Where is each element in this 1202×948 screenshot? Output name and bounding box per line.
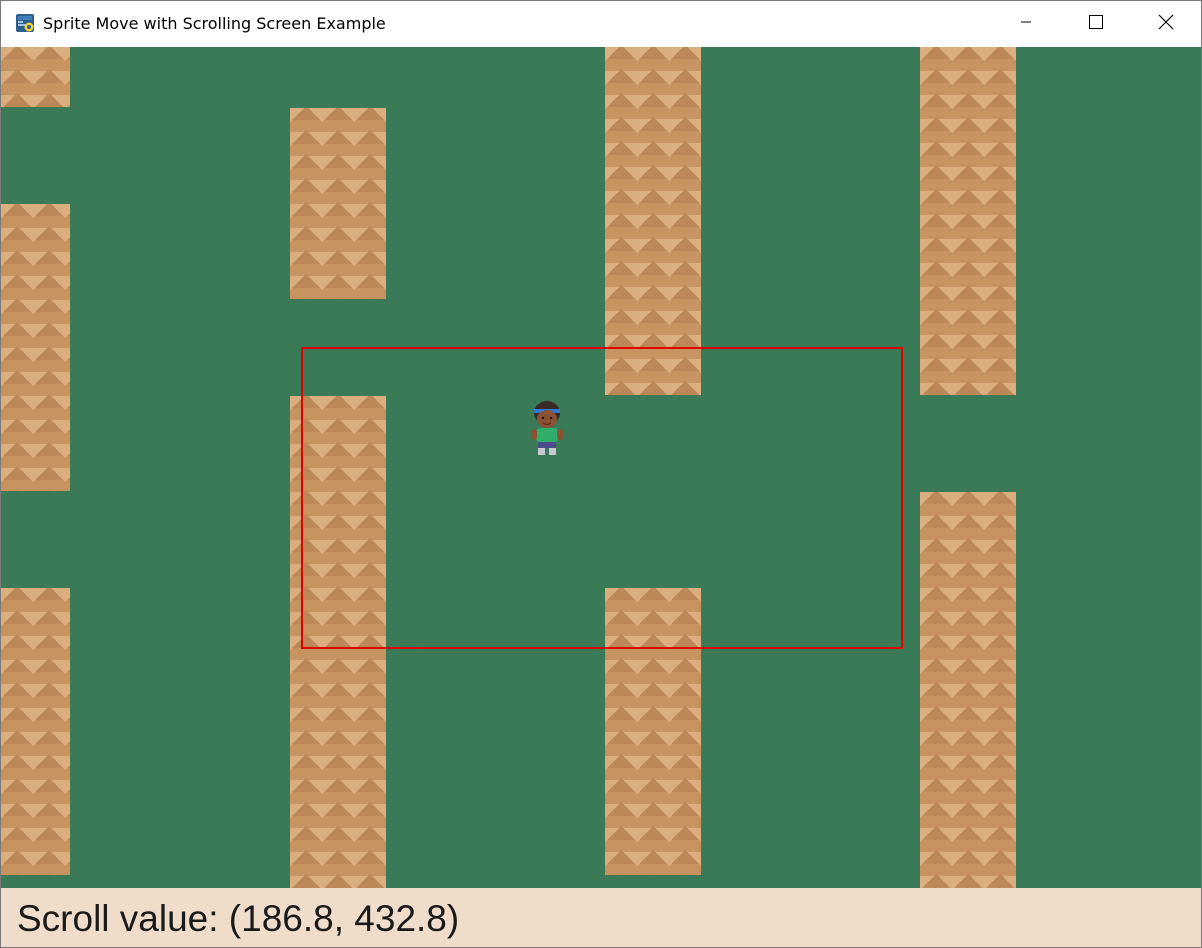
camera-viewport-box [301,347,903,649]
wall-block [1,204,70,491]
game-viewport[interactable] [1,47,1201,888]
minimize-icon [1020,15,1032,33]
scroll-label: Scroll value: [17,898,219,939]
close-button[interactable] [1131,1,1201,47]
wall-block [1,588,70,875]
app-window: Sprite Move with Scrolling Screen Exampl… [0,0,1202,948]
window-title: Sprite Move with Scrolling Screen Exampl… [43,14,386,33]
wall-block [290,108,386,299]
maximize-button[interactable] [1061,1,1131,47]
python-app-icon [15,13,35,33]
status-bar: Scroll value: (186.8, 432.8) [1,888,1201,947]
scroll-y-value: 432.8 [354,898,447,939]
wall-block [1,47,70,107]
player-sprite[interactable] [527,399,567,459]
wall-block [920,47,1016,395]
close-icon [1158,14,1174,35]
scroll-value-text: Scroll value: (186.8, 432.8) [17,898,460,939]
maximize-icon [1089,14,1103,34]
title-bar[interactable]: Sprite Move with Scrolling Screen Exampl… [1,1,1201,47]
minimize-button[interactable] [991,1,1061,47]
scroll-x-value: 186.8 [241,898,334,939]
wall-block [605,47,701,395]
player-character-icon [527,401,567,463]
wall-block [920,492,1016,888]
